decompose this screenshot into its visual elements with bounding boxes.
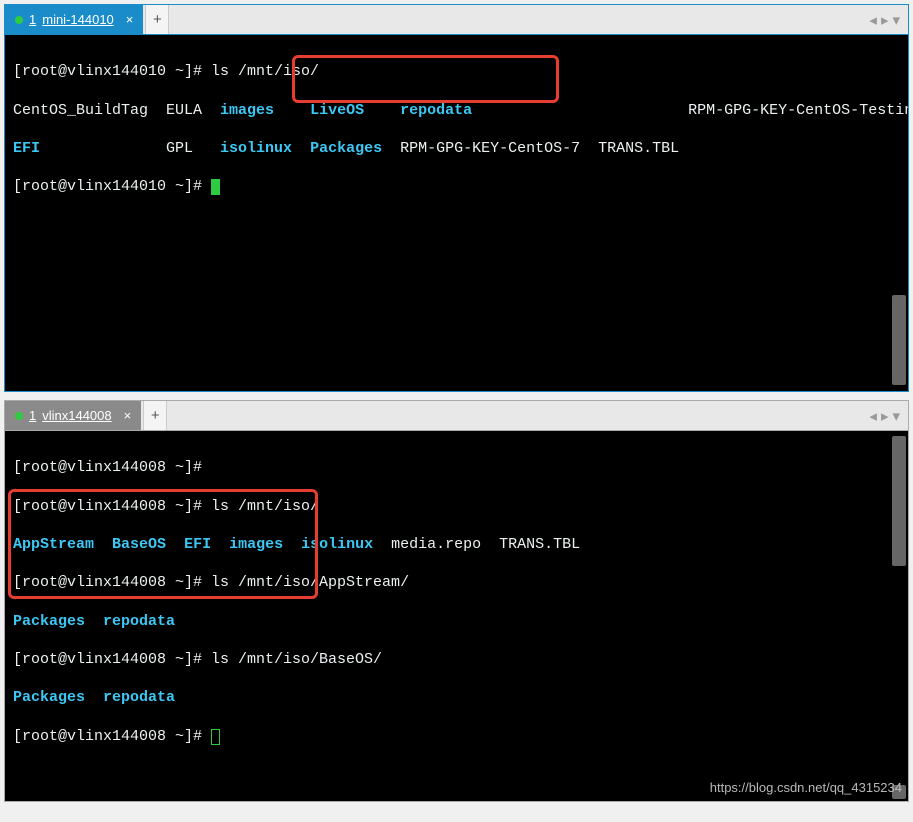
prompt-line: [root@vlinx144008 ~]# ls /mnt/iso/BaseOS… [13,651,382,668]
ls-output: CentOS_BuildTag EULA [13,102,220,119]
prompt-line: [root@vlinx144010 ~]# ls /mnt/iso/ [13,63,319,80]
prompt-line: [root@vlinx144008 ~]# ls /mnt/iso/ [13,498,319,515]
dir-packages: Packages [13,689,85,706]
tabbar-2: 1 vlinx144008 × + ◂ ▸ ▾ [5,401,908,431]
ls-output: GPL [40,140,220,157]
scrollbar-thumb[interactable] [892,295,906,385]
tab-nav: ◂ ▸ ▾ [869,401,908,430]
new-tab-button[interactable]: + [145,5,169,34]
dir-packages: Packages [310,140,382,157]
watermark-text: https://blog.csdn.net/qq_4315234 [710,780,902,797]
ls-output: RPM-GPG-KEY-CentOS-7 TRANS.TBL [382,140,679,157]
dir-appstream: AppStream [13,536,94,553]
ls-output: media.repo TRANS.TBL [373,536,580,553]
spacer [364,102,400,119]
status-dot-icon [15,16,23,24]
prompt-line: [root@vlinx144008 ~]# ls /mnt/iso/AppStr… [13,574,409,591]
prompt-line: [root@vlinx144010 ~]# [13,178,211,195]
terminal-pane-1: 1 mini-144010 × + ◂ ▸ ▾ [root@vlinx14401… [4,4,909,392]
dir-liveos: LiveOS [310,102,364,119]
tab-nav: ◂ ▸ ▾ [869,5,908,34]
dir-images: images [220,102,274,119]
prompt-line: [root@vlinx144008 ~]# [13,728,211,745]
dir-repodata: repodata [400,102,472,119]
tab-label: mini-144010 [42,12,114,27]
new-tab-button[interactable]: + [143,401,167,430]
spacer [166,536,184,553]
tab-mini-144010[interactable]: 1 mini-144010 × [5,5,143,34]
tab-label: vlinx144008 [42,408,111,423]
tab-nav-right-icon[interactable]: ▸ [881,11,889,29]
dir-efi: EFI [184,536,211,553]
tab-number: 1 [29,12,36,27]
tab-close-button[interactable]: × [124,408,132,423]
tab-nav-menu-icon[interactable]: ▾ [892,11,900,29]
dir-packages: Packages [13,613,85,630]
spacer [94,536,112,553]
dir-repodata: repodata [103,613,175,630]
spacer [85,613,103,630]
dir-efi: EFI [13,140,40,157]
cursor-icon [211,179,220,195]
tab-close-button[interactable]: × [126,12,134,27]
tab-nav-menu-icon[interactable]: ▾ [892,407,900,425]
tab-nav-right-icon[interactable]: ▸ [881,407,889,425]
spacer [211,536,229,553]
dir-baseos: BaseOS [112,536,166,553]
scrollbar-thumb-top[interactable] [892,436,906,566]
prompt-line: [root@vlinx144008 ~]# [13,459,202,476]
dir-isolinux: isolinux [301,536,373,553]
cursor-icon [211,729,220,745]
tabbar-1: 1 mini-144010 × + ◂ ▸ ▾ [5,5,908,35]
tab-nav-left-icon[interactable]: ◂ [869,11,877,29]
dir-repodata: repodata [103,689,175,706]
tab-number: 1 [29,408,36,423]
status-dot-icon [15,412,23,420]
dir-images: images [229,536,283,553]
terminal-body-2[interactable]: [root@vlinx144008 ~]# [root@vlinx144008 … [5,431,908,801]
dir-isolinux: isolinux [220,140,292,157]
terminal-pane-2: 1 vlinx144008 × + ◂ ▸ ▾ [root@vlinx14400… [4,400,909,802]
terminal-body-1[interactable]: [root@vlinx144010 ~]# ls /mnt/iso/ CentO… [5,35,908,391]
tab-vlinx144008[interactable]: 1 vlinx144008 × [5,401,141,430]
spacer [283,536,301,553]
spacer [292,140,310,157]
spacer [85,689,103,706]
spacer [274,102,310,119]
tab-nav-left-icon[interactable]: ◂ [869,407,877,425]
ls-output: RPM-GPG-KEY-CentOS-Testing-7 [472,102,908,119]
